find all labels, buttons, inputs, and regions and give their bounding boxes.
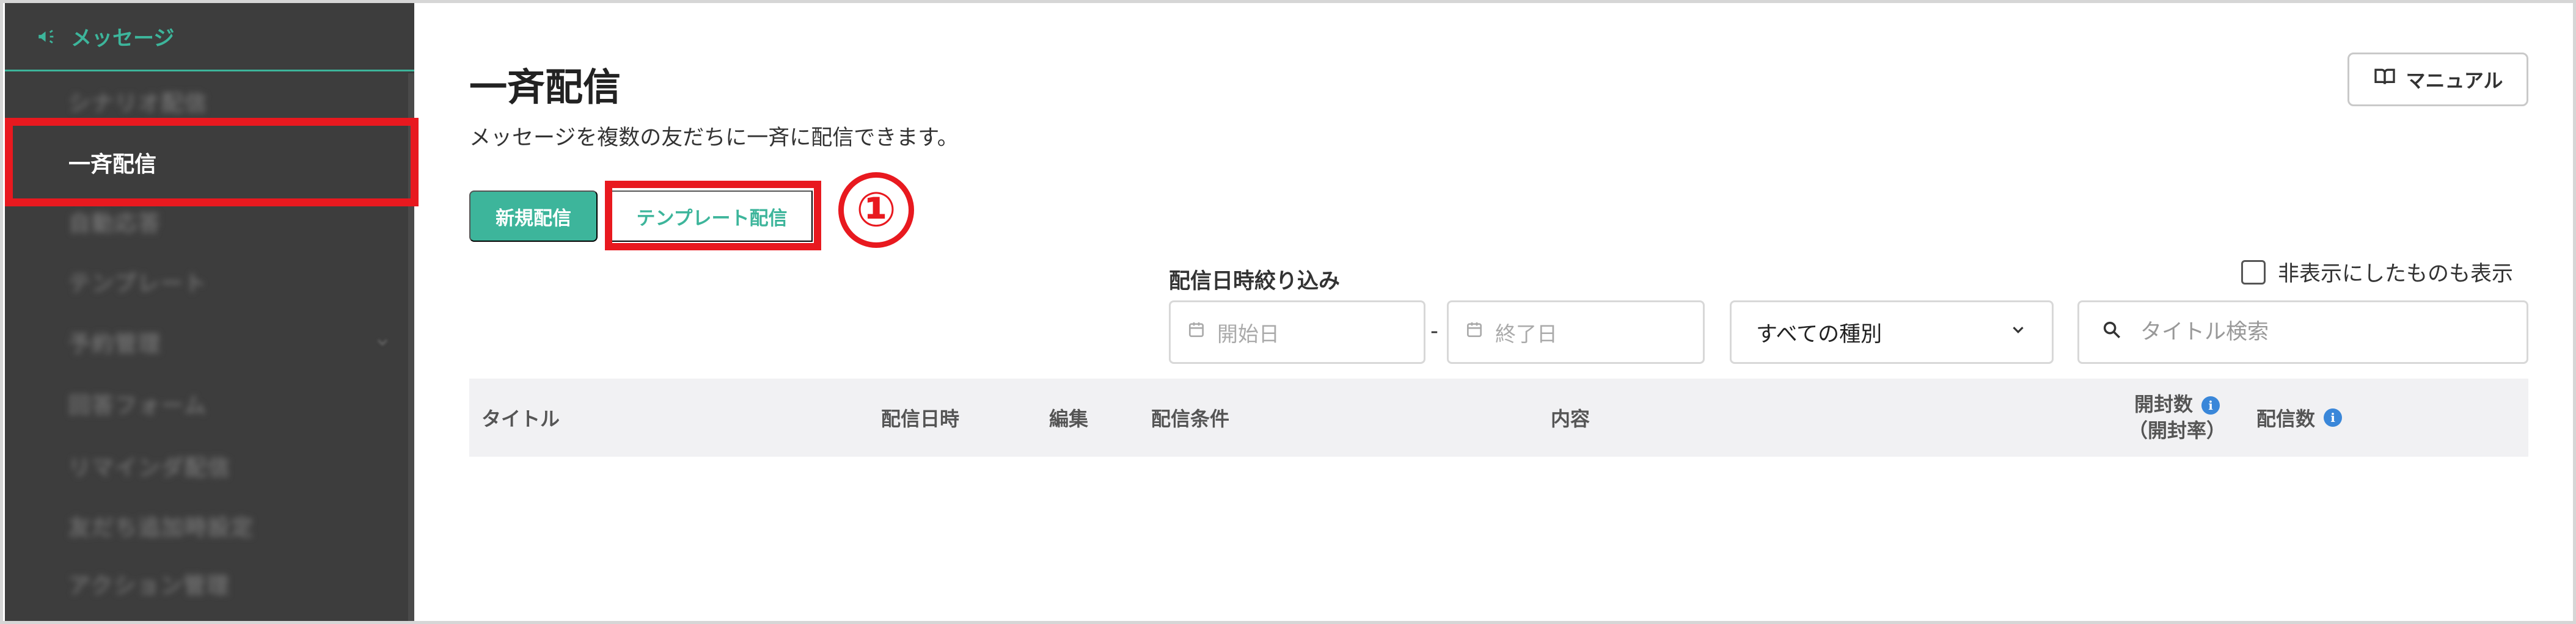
info-icon[interactable]: i <box>2324 408 2343 427</box>
type-select[interactable]: すべての種別 <box>1730 300 2054 364</box>
sidebar-item-reminder[interactable]: リマインダ配信 <box>5 437 414 495</box>
sidebar-item-action[interactable]: アクション管理 <box>5 554 414 613</box>
column-opened[interactable]: 開封数 i （開封率） <box>2104 379 2250 457</box>
sidebar-item-label: 回答フォーム <box>68 393 207 418</box>
chevron-down-icon <box>2009 320 2027 344</box>
title-search[interactable] <box>2077 300 2528 364</box>
search-input[interactable] <box>2140 320 2483 344</box>
show-hidden-toggle[interactable]: 非表示にしたものも表示 <box>2241 256 2513 288</box>
book-icon <box>2373 65 2397 94</box>
step-marker: ① <box>838 172 914 248</box>
column-conditions: 配信条件 <box>1151 407 1230 430</box>
end-date-field[interactable]: 終了日 <box>1447 300 1705 364</box>
sidebar-section-label: メッセージ <box>71 26 175 51</box>
date-range-separator: - <box>1430 319 1438 344</box>
end-date-placeholder: 終了日 <box>1495 322 1557 347</box>
type-select-value: すべての種別 <box>1756 322 1883 347</box>
sidebar-item-label: 予約管理 <box>68 332 162 357</box>
date-filter-label: 配信日時絞り込み <box>1169 269 1341 294</box>
sidebar-item-label: リマインダ配信 <box>68 455 232 481</box>
sidebar-item-form[interactable]: 回答フォーム <box>5 374 414 433</box>
start-date-field[interactable]: 開始日 <box>1169 300 1425 364</box>
sidebar: メッセージ シナリオ配信 一斉配信 自動応答 テンプレート 予約管理 回答フォー… <box>5 3 414 621</box>
column-date[interactable]: 配信日時 <box>881 379 959 457</box>
column-edit: 編集 <box>1049 407 1089 430</box>
column-title[interactable]: タイトル <box>481 379 560 457</box>
manual-button[interactable]: マニュアル <box>2347 53 2528 106</box>
column-delivered-label: 配信数 <box>2256 407 2316 430</box>
column-opened-label: 開封数 <box>2134 392 2193 416</box>
start-date-placeholder: 開始日 <box>1217 322 1279 347</box>
info-icon[interactable]: i <box>2201 396 2220 415</box>
show-hidden-checkbox[interactable] <box>2241 259 2266 285</box>
show-hidden-label: 非表示にしたものも表示 <box>2278 262 2514 286</box>
sidebar-item-template[interactable]: テンプレート <box>5 252 414 311</box>
calendar-icon <box>1449 320 1495 345</box>
table-header: タイトル 配信日時 編集 配信条件 内容 開封数 i （開封率） 配信数 i <box>469 379 2528 457</box>
sidebar-item-label: テンプレート <box>68 271 207 296</box>
step-marker-text: ① <box>855 183 897 238</box>
sidebar-section-header[interactable]: メッセージ <box>5 3 414 71</box>
sidebar-item-label: 自動応答 <box>68 211 162 236</box>
sidebar-item-friend-add[interactable]: 友だち追加時設定 <box>5 496 414 555</box>
column-open-rate-label: （開封率） <box>2128 419 2226 442</box>
new-broadcast-button[interactable]: 新規配信 <box>469 190 598 242</box>
calendar-icon <box>1171 320 1217 345</box>
column-content: 内容 <box>1551 407 1590 430</box>
sidebar-item-label: シナリオ配信 <box>68 91 208 116</box>
sidebar-item-label: アクション管理 <box>68 573 230 598</box>
sidebar-item-label: 友だち追加時設定 <box>68 515 255 540</box>
manual-button-label: マニュアル <box>2406 70 2503 92</box>
search-icon <box>2079 319 2140 346</box>
page-subtitle: メッセージを複数の友だちに一斉に配信できます。 <box>469 126 959 150</box>
highlight-box-broadcast <box>5 118 419 206</box>
chevron-down-icon <box>375 335 390 349</box>
page-title: 一斉配信 <box>469 65 621 109</box>
megaphone-icon <box>34 24 59 49</box>
sidebar-item-reservation[interactable]: 予約管理 <box>5 313 414 371</box>
highlight-box-template <box>605 181 821 250</box>
column-delivered[interactable]: 配信数 i <box>2256 379 2343 457</box>
